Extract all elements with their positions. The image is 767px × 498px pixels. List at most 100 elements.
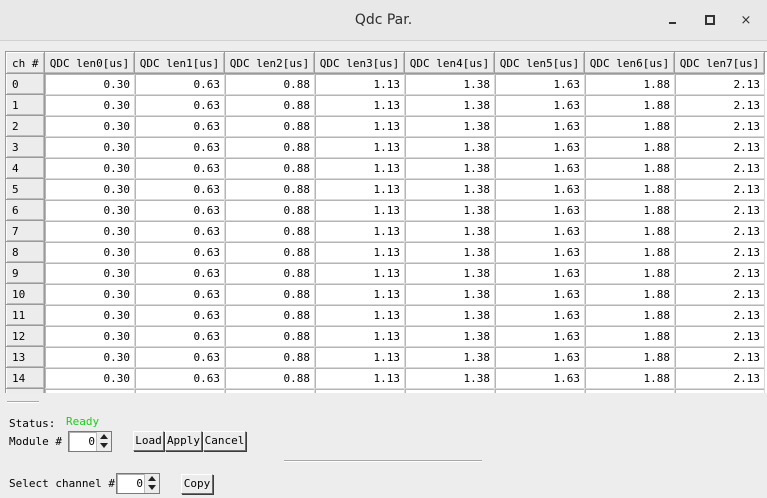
- table-cell[interactable]: 1.13: [314, 262, 405, 284]
- table-cell[interactable]: 1.63: [494, 304, 585, 326]
- table-cell[interactable]: 0.63: [134, 199, 225, 221]
- table-cell[interactable]: 1.38: [404, 73, 495, 95]
- table-cell[interactable]: 0.63: [134, 367, 225, 389]
- table-cell[interactable]: 1.13: [314, 178, 405, 200]
- table-cell[interactable]: 0.30: [44, 325, 135, 347]
- table-cell[interactable]: 0.88: [224, 178, 315, 200]
- table-cell[interactable]: 1.88: [584, 325, 675, 347]
- table-cell[interactable]: 1.63: [494, 325, 585, 347]
- table-cell[interactable]: 2.13: [674, 241, 765, 263]
- table-cell[interactable]: 2.13: [674, 262, 765, 284]
- table-cell[interactable]: 0.30: [44, 304, 135, 326]
- spin-up-icon[interactable]: [148, 476, 156, 481]
- table-cell[interactable]: 0.88: [224, 346, 315, 368]
- table-cell[interactable]: 1.63: [494, 136, 585, 158]
- table-cell[interactable]: 1.13: [314, 388, 405, 393]
- table-cell[interactable]: 1.13: [314, 283, 405, 305]
- table-cell[interactable]: 0.30: [44, 388, 135, 393]
- table-cell[interactable]: 1.38: [404, 115, 495, 137]
- table-cell[interactable]: 0.30: [44, 220, 135, 242]
- table-cell[interactable]: 1.88: [584, 283, 675, 305]
- table-cell[interactable]: 0.88: [224, 199, 315, 221]
- table-cell[interactable]: 0.63: [134, 346, 225, 368]
- table-cell[interactable]: 0.63: [134, 262, 225, 284]
- table-cell[interactable]: 1.63: [494, 346, 585, 368]
- table-cell[interactable]: 2.13: [674, 220, 765, 242]
- table-cell[interactable]: 0.88: [224, 157, 315, 179]
- table-cell[interactable]: 1.13: [314, 220, 405, 242]
- table-cell[interactable]: 1.63: [494, 199, 585, 221]
- table-cell[interactable]: 1.38: [404, 241, 495, 263]
- table-cell[interactable]: 1.88: [584, 94, 675, 116]
- table-cell[interactable]: 0.30: [44, 367, 135, 389]
- table-cell[interactable]: 1.38: [404, 94, 495, 116]
- apply-button[interactable]: Apply: [165, 431, 202, 451]
- table-cell[interactable]: 1.38: [404, 304, 495, 326]
- table-cell[interactable]: 2.13: [674, 346, 765, 368]
- table-cell[interactable]: 0.88: [224, 325, 315, 347]
- table-cell[interactable]: 1.63: [494, 115, 585, 137]
- table-cell[interactable]: 2.13: [674, 325, 765, 347]
- table-cell[interactable]: 1.38: [404, 220, 495, 242]
- table-cell[interactable]: 2.13: [674, 178, 765, 200]
- table-cell[interactable]: 1.13: [314, 325, 405, 347]
- table-cell[interactable]: 0.88: [224, 73, 315, 95]
- table-cell[interactable]: 0.30: [44, 136, 135, 158]
- table-cell[interactable]: 0.63: [134, 283, 225, 305]
- table-cell[interactable]: 1.38: [404, 178, 495, 200]
- module-value[interactable]: 0: [88, 435, 95, 448]
- table-cell[interactable]: 0.63: [134, 220, 225, 242]
- table-cell[interactable]: 1.38: [404, 388, 495, 393]
- table-cell[interactable]: 0.63: [134, 136, 225, 158]
- table-cell[interactable]: 1.63: [494, 178, 585, 200]
- table-cell[interactable]: 0.88: [224, 304, 315, 326]
- table-cell[interactable]: 0.63: [134, 325, 225, 347]
- table-cell[interactable]: 0.30: [44, 115, 135, 137]
- table-cell[interactable]: 1.38: [404, 262, 495, 284]
- table-cell[interactable]: 1.38: [404, 136, 495, 158]
- table-cell[interactable]: 2.13: [674, 157, 765, 179]
- table-cell[interactable]: 0.88: [224, 94, 315, 116]
- table-cell[interactable]: 2.13: [674, 136, 765, 158]
- table-cell[interactable]: 1.38: [404, 346, 495, 368]
- spin-down-icon[interactable]: [100, 443, 108, 448]
- table-cell[interactable]: 1.88: [584, 241, 675, 263]
- table-cell[interactable]: 1.38: [404, 325, 495, 347]
- table-cell[interactable]: 1.13: [314, 73, 405, 95]
- table-cell[interactable]: 1.38: [404, 367, 495, 389]
- table-cell[interactable]: 1.13: [314, 115, 405, 137]
- table-cell[interactable]: 1.88: [584, 388, 675, 393]
- table-cell[interactable]: 0.88: [224, 367, 315, 389]
- table-cell[interactable]: 0.63: [134, 304, 225, 326]
- table-cell[interactable]: 1.88: [584, 199, 675, 221]
- table-cell[interactable]: 0.63: [134, 241, 225, 263]
- channel-spinbox[interactable]: 0: [116, 473, 160, 494]
- table-cell[interactable]: 1.13: [314, 241, 405, 263]
- table-cell[interactable]: 2.13: [674, 304, 765, 326]
- table-cell[interactable]: 1.88: [584, 178, 675, 200]
- table-cell[interactable]: 0.63: [134, 178, 225, 200]
- load-button[interactable]: Load: [133, 431, 164, 451]
- table-cell[interactable]: 1.63: [494, 73, 585, 95]
- table-cell[interactable]: 0.30: [44, 94, 135, 116]
- table-cell[interactable]: 1.13: [314, 367, 405, 389]
- module-spin-arrows[interactable]: [96, 432, 111, 451]
- table-cell[interactable]: 2.13: [674, 73, 765, 95]
- table-cell[interactable]: 1.63: [494, 367, 585, 389]
- table-cell[interactable]: 0.88: [224, 241, 315, 263]
- table-cell[interactable]: 0.63: [134, 115, 225, 137]
- copy-button[interactable]: Copy: [181, 474, 213, 494]
- table-cell[interactable]: 1.13: [314, 157, 405, 179]
- table-cell[interactable]: 2.13: [674, 199, 765, 221]
- table-cell[interactable]: 1.88: [584, 115, 675, 137]
- table-cell[interactable]: 1.63: [494, 220, 585, 242]
- table-cell[interactable]: 0.88: [224, 220, 315, 242]
- table-cell[interactable]: 0.88: [224, 262, 315, 284]
- table-cell[interactable]: 1.63: [494, 388, 585, 393]
- table-cell[interactable]: 1.13: [314, 94, 405, 116]
- table-cell[interactable]: 1.88: [584, 157, 675, 179]
- table-cell[interactable]: 1.63: [494, 94, 585, 116]
- spin-up-icon[interactable]: [100, 434, 108, 439]
- table-cell[interactable]: 0.30: [44, 157, 135, 179]
- table-cell[interactable]: 1.63: [494, 157, 585, 179]
